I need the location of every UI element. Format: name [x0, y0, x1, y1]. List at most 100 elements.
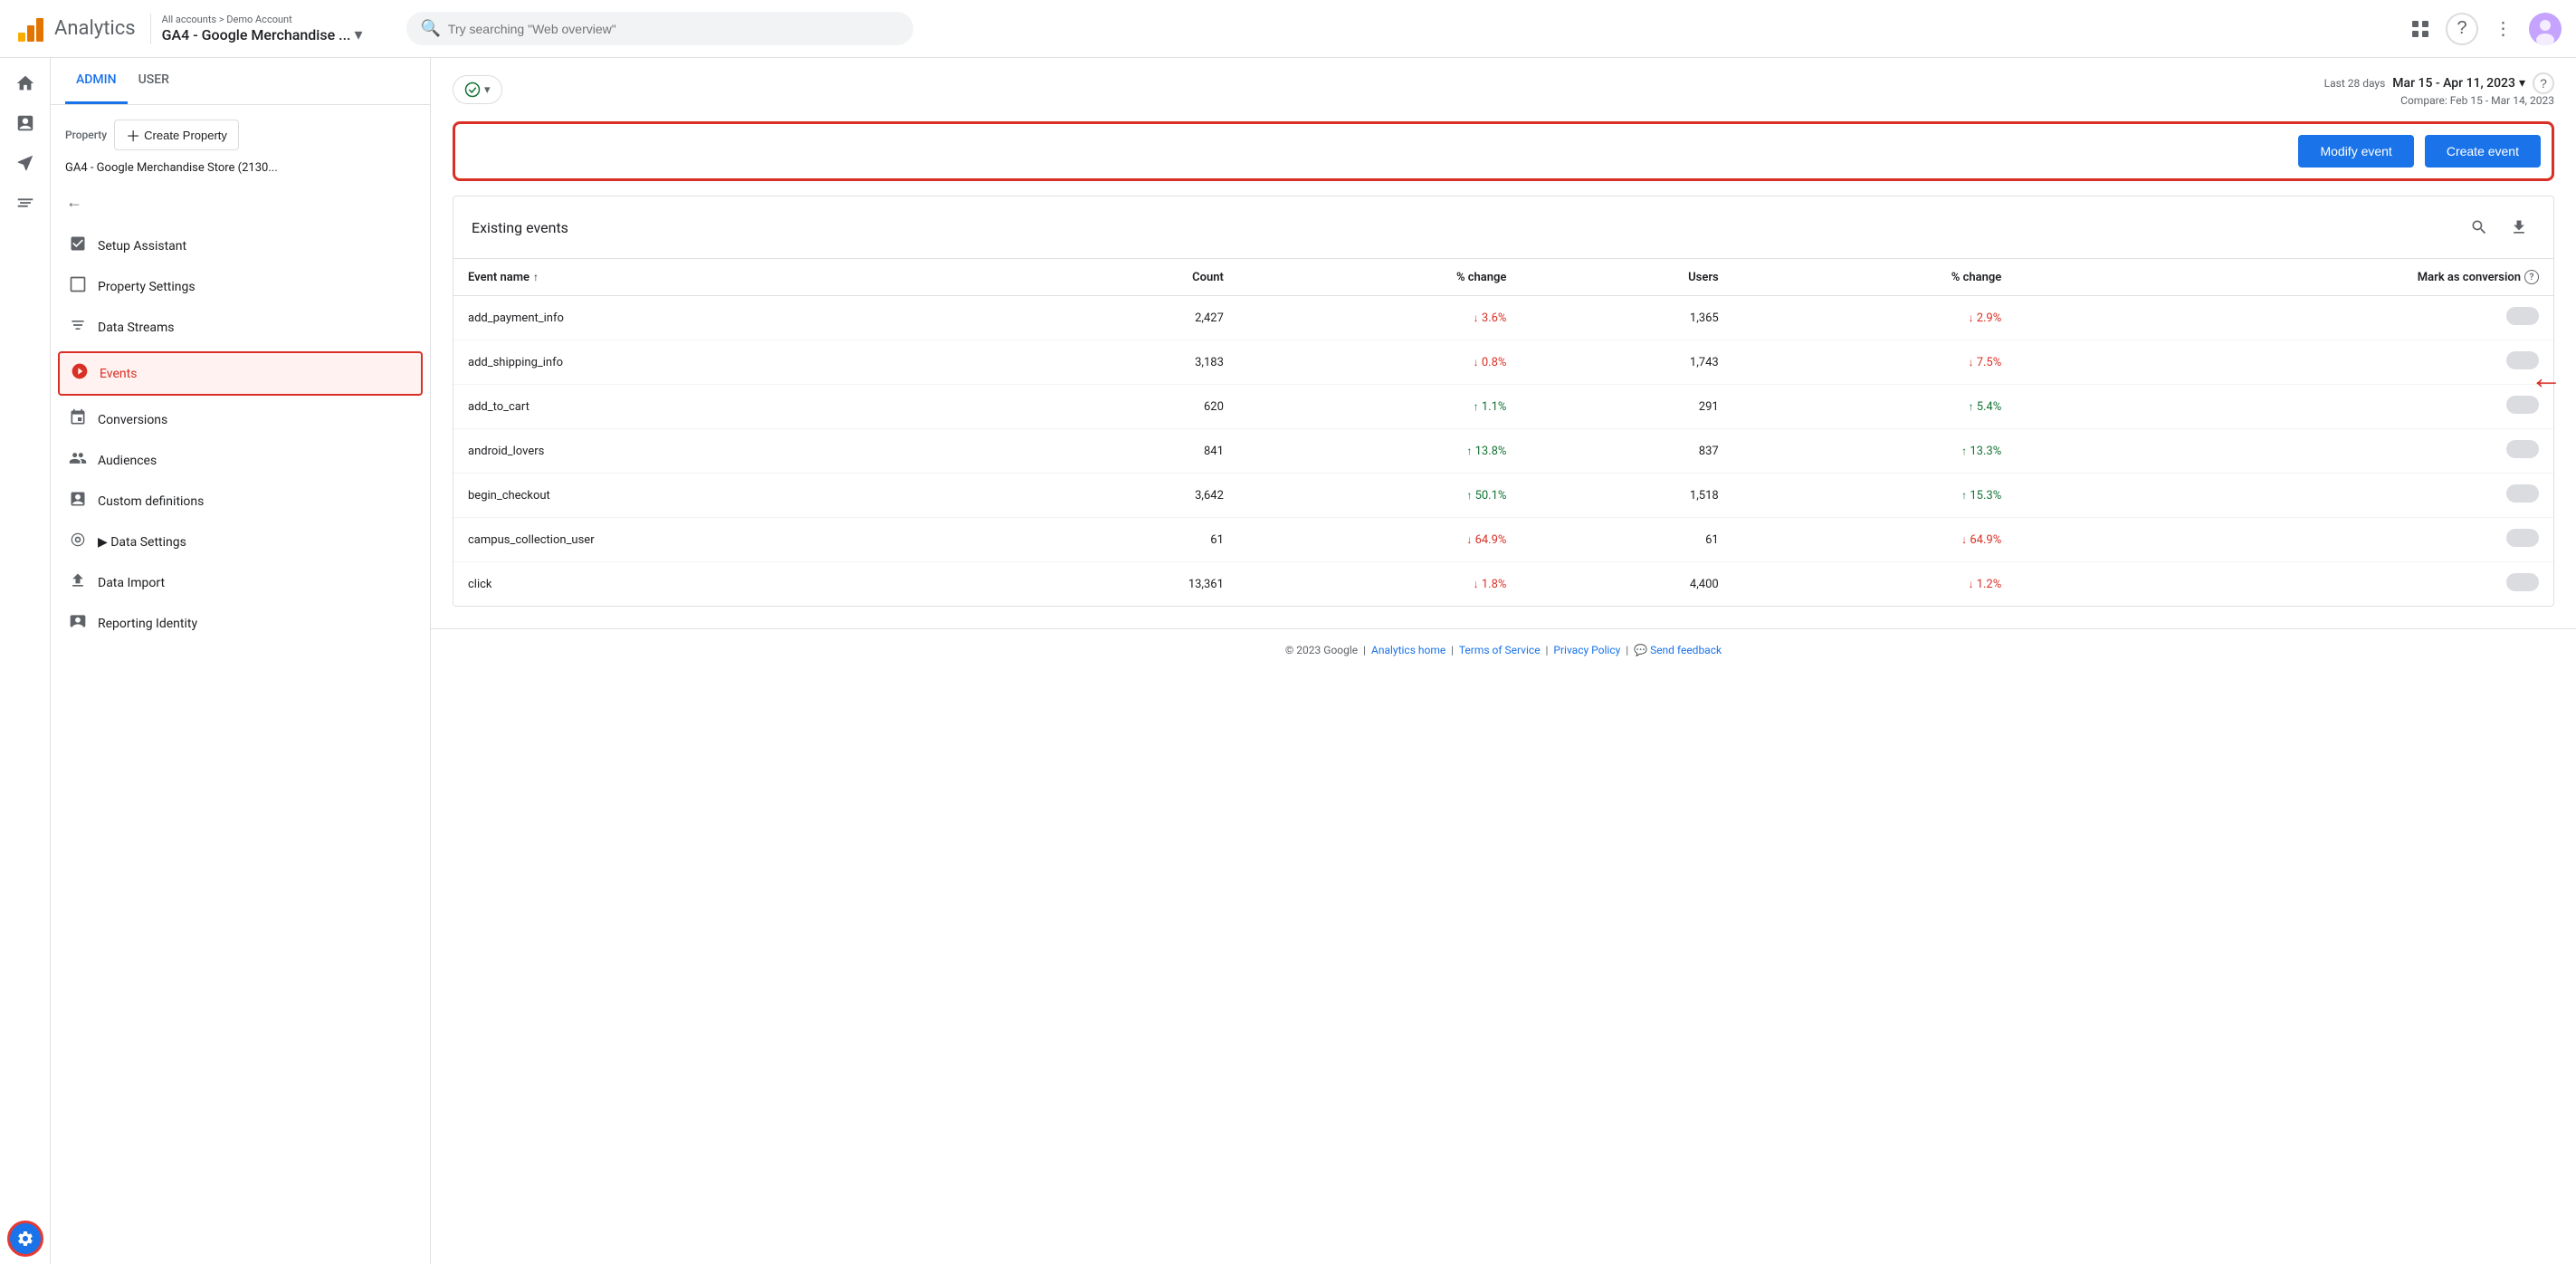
main-header: ▾ Last 28 days Mar 15 - Apr 11, 2023 ▾ ?…	[431, 58, 2576, 121]
data-settings-icon	[69, 531, 87, 553]
sidebar-item-data-streams[interactable]: Data Streams	[51, 307, 430, 348]
users-pct-cell: ↓ 2.9%	[1733, 296, 2017, 340]
toggle-cell	[2016, 518, 2553, 562]
table-row: click 13,361 ↓ 1.8% 4,400 ↓ 1.2%	[453, 562, 2553, 607]
events-table-header: Event name ↑ Count % change Users % chan…	[453, 259, 2553, 296]
top-header: Analytics All accounts > Demo Account GA…	[0, 0, 2576, 58]
conversion-toggle[interactable]	[2506, 573, 2539, 591]
table-row: campus_collection_user 61 ↓ 64.9% 61 ↓ 6…	[453, 518, 2553, 562]
users-pct-cell: ↓ 1.2%	[1733, 562, 2017, 607]
conversion-toggle[interactable]	[2506, 396, 2539, 414]
users-cell: 837	[1521, 429, 1732, 474]
up-arrow-icon: ↑	[1466, 489, 1472, 502]
conversion-toggle[interactable]	[2506, 440, 2539, 458]
date-compare: Compare: Feb 15 - Mar 14, 2023	[2400, 94, 2554, 107]
conversion-toggle[interactable]	[2506, 484, 2539, 503]
sidebar-item-audiences[interactable]: Audiences	[51, 440, 430, 481]
property-settings-icon	[69, 275, 87, 298]
privacy-policy-link[interactable]: Privacy Policy	[1553, 644, 1620, 656]
account-selector[interactable]: All accounts > Demo Account GA4 - Google…	[150, 14, 374, 44]
count-cell: 13,361	[1008, 562, 1238, 607]
nav-settings-button[interactable]	[7, 1221, 43, 1257]
analytics-home-link[interactable]: Analytics home	[1371, 644, 1445, 656]
date-dropdown-icon: ▾	[2519, 76, 2525, 91]
down-arrow-icon: ↓	[1474, 311, 1479, 324]
count-pct-cell: ↑ 50.1%	[1238, 474, 1522, 518]
tab-user[interactable]: USER	[128, 58, 180, 104]
event-name-cell: add_shipping_info	[453, 340, 1008, 385]
conversion-toggle[interactable]	[2506, 307, 2539, 325]
nav-explore-button[interactable]	[7, 145, 43, 181]
property-header: Property ＋ Create Property	[51, 120, 430, 161]
filter-chip[interactable]: ▾	[453, 75, 502, 104]
create-event-button[interactable]: Create event	[2425, 135, 2541, 168]
sidebar-item-conversions[interactable]: Conversions	[51, 399, 430, 440]
users-pct-cell: ↓ 64.9%	[1733, 518, 2017, 562]
terms-of-service-link[interactable]: Terms of Service	[1459, 644, 1541, 656]
download-events-button[interactable]	[2503, 211, 2535, 244]
count-cell: 61	[1008, 518, 1238, 562]
event-name-cell: campus_collection_user	[453, 518, 1008, 562]
data-import-icon	[69, 571, 87, 594]
help-button[interactable]: ?	[2446, 13, 2478, 45]
sidebar-item-data-settings[interactable]: ▶ Data Settings	[51, 522, 430, 562]
nav-advertising-button[interactable]	[7, 185, 43, 221]
events-table-body: add_payment_info 2,427 ↓ 3.6% 1,365 ↓ 2.…	[453, 296, 2553, 607]
toggle-cell	[2016, 474, 2553, 518]
events-icon	[71, 362, 89, 385]
table-row: add_payment_info 2,427 ↓ 3.6% 1,365 ↓ 2.…	[453, 296, 2553, 340]
filter-row: ▾	[453, 75, 502, 104]
feedback-icon: 💬	[1634, 644, 1647, 656]
events-table-wrapper: ← Event name ↑	[453, 259, 2553, 606]
events-label: Events	[100, 367, 137, 381]
events-container: Modify event Create event Existing event…	[431, 121, 2576, 628]
create-property-button[interactable]: ＋ Create Property	[114, 120, 239, 150]
down-arrow-icon: ↓	[1968, 311, 1973, 324]
send-feedback-link[interactable]: Send feedback	[1650, 644, 1722, 656]
modify-event-button[interactable]: Modify event	[2298, 135, 2413, 168]
conversion-toggle[interactable]	[2506, 529, 2539, 547]
setup-assistant-label: Setup Assistant	[98, 239, 186, 254]
sidebar-item-reporting-identity[interactable]: Reporting Identity	[51, 603, 430, 644]
apps-grid-button[interactable]	[2402, 11, 2438, 47]
col-users: Users	[1521, 259, 1732, 296]
property-name: GA4 - Google Merchandise Store (2130...	[51, 161, 430, 186]
search-bar[interactable]: 🔍	[406, 12, 913, 45]
arrow-annotation-toggle: ←	[2530, 359, 2562, 397]
sidebar-item-custom-definitions[interactable]: Custom definitions	[51, 481, 430, 522]
more-options-button[interactable]: ⋮	[2485, 11, 2522, 47]
up-arrow-icon: ↑	[1961, 489, 1967, 502]
users-pct-cell: ↑ 15.3%	[1733, 474, 2017, 518]
search-input[interactable]	[448, 22, 899, 36]
users-pct-cell: ↑ 13.3%	[1733, 429, 2017, 474]
count-cell: 620	[1008, 385, 1238, 429]
sort-asc-icon[interactable]: ↑	[533, 271, 539, 283]
count-pct-cell: ↓ 3.6%	[1238, 296, 1522, 340]
date-range-label: Last 28 days	[2324, 77, 2386, 90]
date-help-button[interactable]: ?	[2533, 72, 2554, 94]
event-name-cell: add_payment_info	[453, 296, 1008, 340]
arrow-annotation-table: →	[431, 445, 435, 487]
count-cell: 841	[1008, 429, 1238, 474]
reporting-identity-icon	[69, 612, 87, 635]
nav-home-button[interactable]	[7, 65, 43, 101]
event-name-cell: click	[453, 562, 1008, 607]
sidebar-item-events[interactable]: Events	[60, 353, 421, 394]
account-dropdown-arrow: ▾	[354, 25, 362, 44]
admin-panel: ADMIN USER Property ＋ Create Property GA…	[51, 58, 431, 1264]
up-arrow-icon: ↑	[1968, 400, 1973, 413]
date-range-dates[interactable]: Mar 15 - Apr 11, 2023 ▾	[2392, 76, 2525, 91]
down-arrow-icon: ↓	[1968, 578, 1973, 590]
data-import-label: Data Import	[98, 576, 165, 590]
table-row: add_to_cart 620 ↑ 1.1% 291 ↑ 5.4%	[453, 385, 2553, 429]
search-events-button[interactable]	[2463, 211, 2495, 244]
users-cell: 1,518	[1521, 474, 1732, 518]
back-button[interactable]: ←	[58, 186, 91, 218]
down-arrow-icon: ↓	[1961, 533, 1967, 546]
sidebar-item-data-import[interactable]: Data Import	[51, 562, 430, 603]
sidebar-item-setup-assistant[interactable]: Setup Assistant	[51, 225, 430, 266]
nav-reports-button[interactable]	[7, 105, 43, 141]
tab-admin[interactable]: ADMIN	[65, 58, 128, 104]
user-avatar[interactable]	[2529, 13, 2562, 45]
sidebar-item-property-settings[interactable]: Property Settings	[51, 266, 430, 307]
